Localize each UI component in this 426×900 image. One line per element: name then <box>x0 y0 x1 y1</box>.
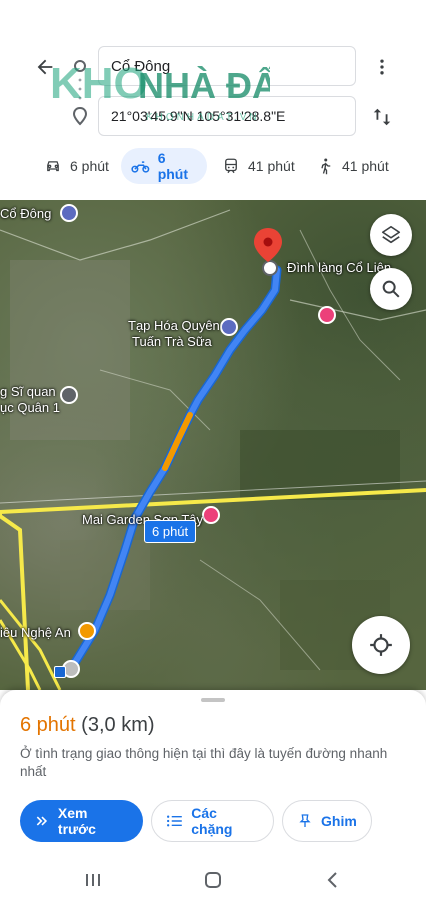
mode-transit-tab[interactable]: 41 phút <box>212 148 305 184</box>
drag-handle[interactable] <box>201 698 225 702</box>
walk-icon <box>321 158 331 175</box>
pin-button[interactable]: Ghim <box>282 800 372 842</box>
car-icon <box>47 161 59 172</box>
steps-label: Các chặng <box>191 805 233 837</box>
map-label-co-dong: Cổ Đông <box>0 206 52 221</box>
pushpin-icon <box>299 814 311 827</box>
route-eta-badge[interactable]: 6 phút <box>144 520 197 543</box>
route-endpoints-indicator <box>70 58 90 128</box>
mode-walk-label: 41 phút <box>342 158 389 174</box>
map-label-si-quan: g Sĩ quan <box>0 384 56 399</box>
swap-button[interactable] <box>368 102 396 132</box>
destination-text: 21°03'45.9"N 105°31'28.8"E <box>111 108 286 124</box>
map-label-tra-sua: Tuấn Trà Sữa <box>132 334 212 349</box>
route-summary-title: 6 phút (3,0 km) <box>20 714 155 737</box>
garden-poi-icon[interactable] <box>202 506 220 524</box>
map-label-quan-1: ục Quân 1 <box>0 400 60 415</box>
origin-text: Cổ Đông <box>111 57 171 75</box>
origin-field[interactable]: Cổ Đông <box>98 46 356 86</box>
chevron-left-icon <box>327 872 337 888</box>
crosshair-icon <box>370 634 392 656</box>
mode-car-label: 6 phút <box>70 158 109 174</box>
leisure-poi-icon[interactable] <box>318 306 336 324</box>
transit-icon <box>225 158 237 174</box>
map-label-dinh-lang: Đình làng Cổ Liên <box>287 260 392 275</box>
back-button[interactable] <box>30 52 60 82</box>
recent-apps-button[interactable] <box>78 866 108 894</box>
shopping-poi-icon[interactable] <box>60 204 78 222</box>
travel-mode-tabs: 6 phút 6 phút 41 phút 41 phút <box>0 148 426 184</box>
mode-transit-label: 41 phút <box>248 158 295 174</box>
home-icon <box>205 872 221 888</box>
home-button[interactable] <box>198 866 228 894</box>
mode-motorbike-label: 6 phút <box>157 150 189 182</box>
mode-motorbike-tab[interactable]: 6 phút <box>121 148 207 184</box>
more-options-button[interactable] <box>368 52 396 82</box>
restaurant-poi-icon[interactable] <box>78 622 96 640</box>
preview-button[interactable]: Xem trước <box>20 800 143 842</box>
destination-field[interactable]: 21°03'45.9"N 105°31'28.8"E <box>98 96 356 136</box>
bus-stop-icon[interactable] <box>54 666 66 678</box>
pin-label: Ghim <box>321 813 357 829</box>
recent-apps-icon <box>86 874 100 886</box>
search-along-route-button[interactable] <box>370 268 412 310</box>
layers-icon <box>381 225 401 244</box>
route-distance: (3,0 km) <box>81 714 155 736</box>
steps-button[interactable]: Các chặng <box>151 800 274 842</box>
store-poi-icon[interactable] <box>220 318 238 336</box>
school-poi-icon[interactable] <box>60 386 78 404</box>
list-icon <box>167 815 182 827</box>
more-vert-icon <box>380 59 384 75</box>
route-duration: 6 phút <box>20 714 76 736</box>
back-nav-button[interactable] <box>318 866 348 894</box>
system-nav-bar <box>0 860 426 900</box>
map-label-nghe-an: iêu Nghệ An <box>0 625 71 640</box>
motorbike-icon <box>131 161 150 173</box>
route-description: Ở tình trạng giao thông hiện tại thì đây… <box>20 746 388 779</box>
swap-vert-icon <box>373 108 391 126</box>
map-view[interactable]: Cổ Đông Đình làng Cổ Liên Tạp Hóa Quyên … <box>0 200 426 690</box>
arrow-back-icon <box>37 59 53 75</box>
search-icon <box>382 280 400 298</box>
directions-header: Cổ Đông 21°03'45.9"N 105°31'28.8"E KHO N… <box>0 0 426 200</box>
layers-button[interactable] <box>370 214 412 256</box>
map-label-tap-hoa: Tạp Hóa Quyên <box>128 318 220 333</box>
double-chevron-icon <box>36 816 48 826</box>
preview-label: Xem trước <box>57 805 96 837</box>
mode-car-tab[interactable]: 6 phút <box>34 148 119 184</box>
mode-walk-tab[interactable]: 41 phút <box>306 148 399 184</box>
my-location-button[interactable] <box>352 616 410 674</box>
